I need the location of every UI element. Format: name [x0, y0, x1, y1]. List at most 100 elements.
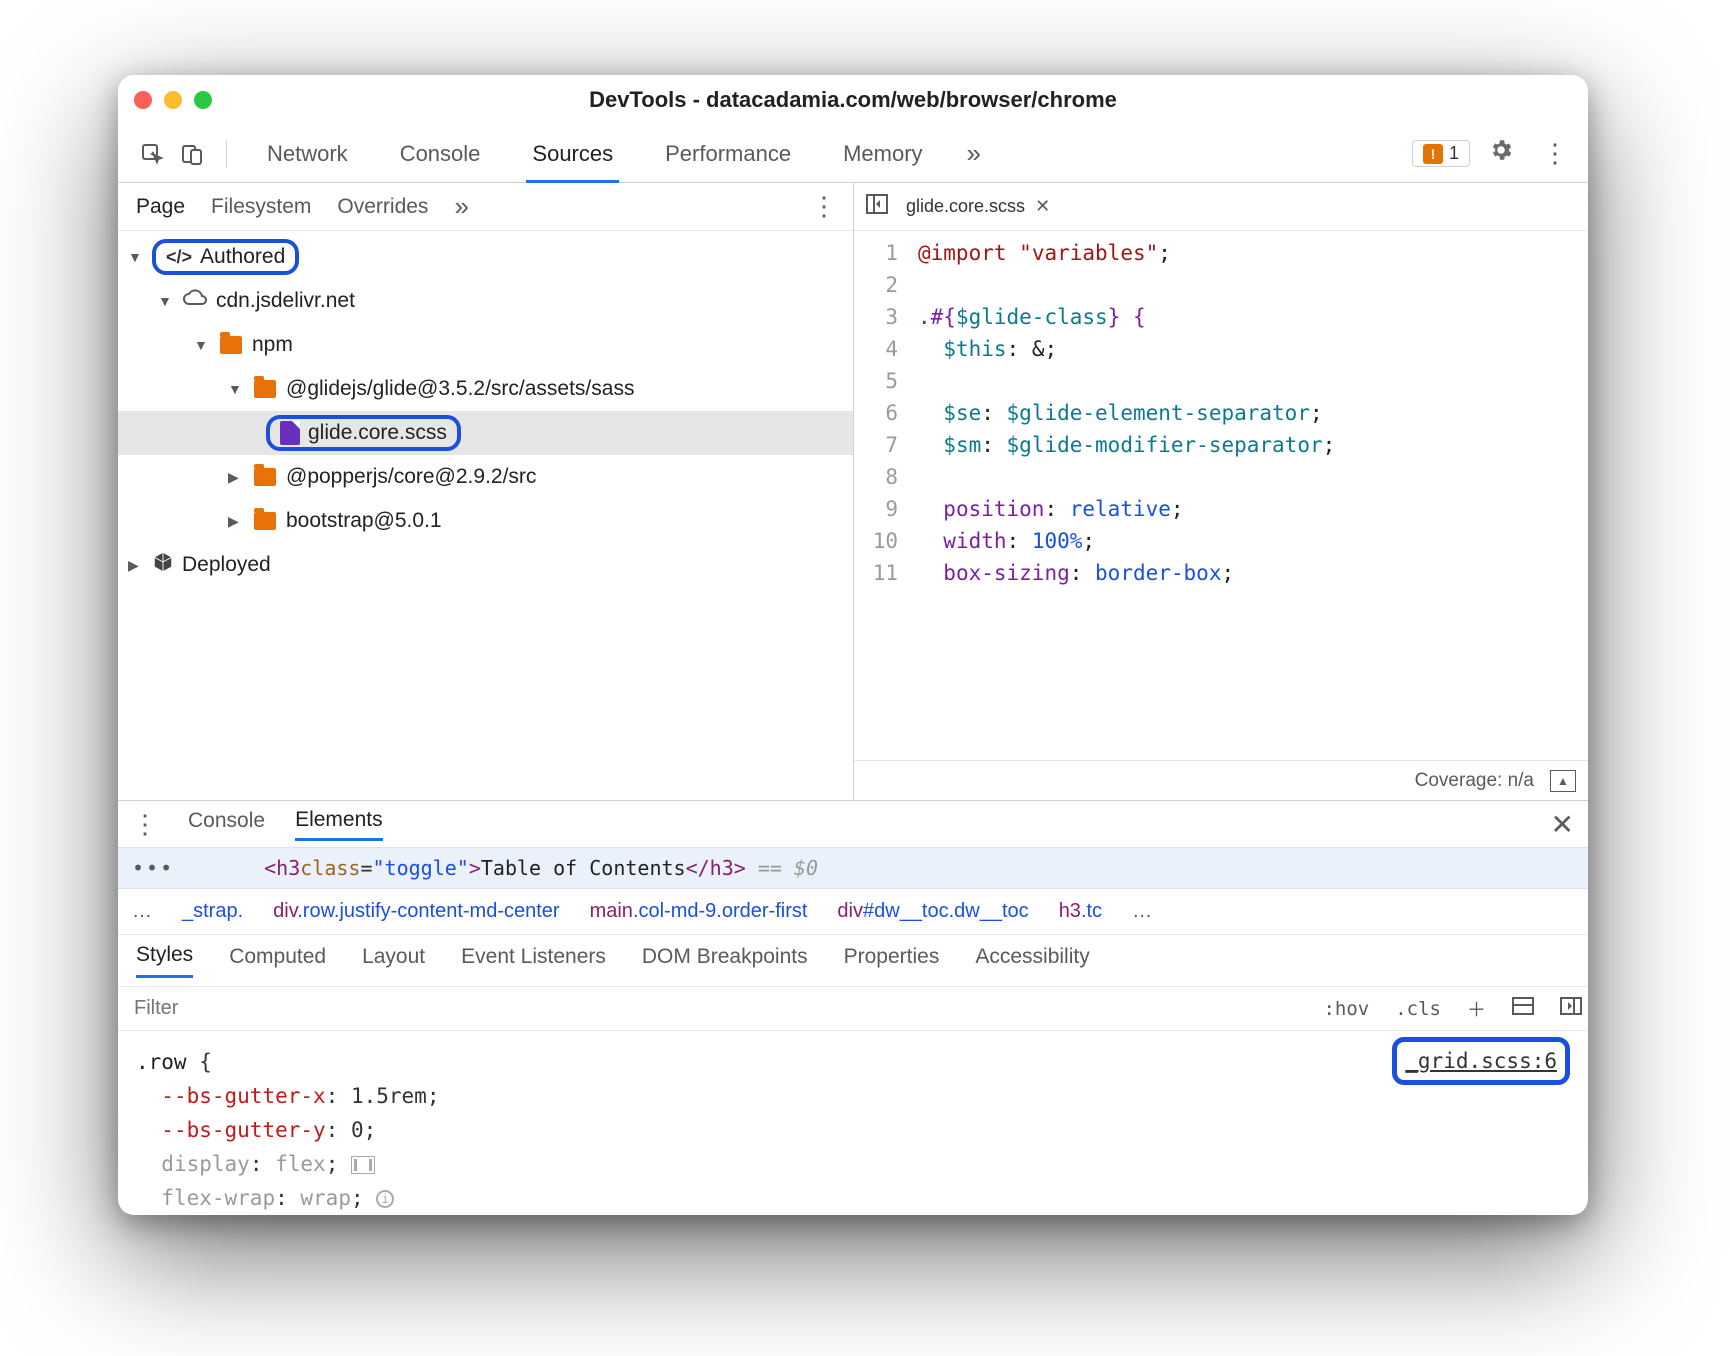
hov-button[interactable]: :hov [1317, 998, 1375, 1020]
cls-button[interactable]: .cls [1389, 998, 1447, 1020]
tree-label: Deployed [182, 553, 271, 577]
crumb-item[interactable]: h3.tc [1059, 900, 1102, 923]
device-toggle-icon[interactable] [176, 138, 208, 170]
stab-accessibility[interactable]: Accessibility [975, 945, 1089, 977]
tree-item-glidepath[interactable]: ▼ @glidejs/glide@3.5.2/src/assets/sass [118, 367, 853, 411]
navigator-pane: Page Filesystem Overrides » ⋮ ▼ </> Auth… [118, 183, 854, 800]
tree-item-glidefile[interactable]: glide.core.scss [118, 411, 853, 455]
computed-styles-icon[interactable] [1506, 997, 1540, 1020]
crumb-item[interactable]: _strap. [182, 900, 243, 923]
more-tabs-icon[interactable]: » [953, 138, 995, 169]
titlebar: DevTools - datacadamia.com/web/browser/c… [118, 75, 1588, 125]
drawer-tabs: ⋮ Console Elements ✕ [118, 801, 1588, 847]
editor-tab-label: glide.core.scss [906, 196, 1025, 217]
tab-console[interactable]: Console [378, 125, 503, 182]
crumb-ellipsis[interactable]: … [132, 900, 152, 923]
drawer-options-icon[interactable]: ⋮ [132, 809, 158, 840]
stab-layout[interactable]: Layout [362, 945, 425, 977]
tab-network[interactable]: Network [245, 125, 370, 182]
folder-icon [254, 512, 276, 530]
nav-tab-filesystem[interactable]: Filesystem [211, 195, 311, 219]
issues-count: 1 [1449, 143, 1459, 164]
dom-selected-row[interactable]: ••• <h3 class="toggle">Table of Contents… [118, 847, 1588, 889]
tree-label: Authored [200, 245, 285, 269]
navigator-tabs: Page Filesystem Overrides » ⋮ [118, 183, 853, 231]
tab-memory[interactable]: Memory [821, 125, 944, 182]
crumb-ellipsis[interactable]: … [1132, 900, 1152, 923]
tree-item-authored[interactable]: ▼ </> Authored [118, 235, 853, 279]
crumb-item[interactable]: div#dw__toc.dw__toc [837, 900, 1028, 923]
close-tab-icon[interactable]: ✕ [1035, 196, 1050, 217]
coverage-label: Coverage: n/a [1415, 770, 1534, 792]
tree-label: @glidejs/glide@3.5.2/src/assets/sass [286, 377, 634, 401]
tree-label: bootstrap@5.0.1 [286, 509, 442, 533]
drawer-tab-elements[interactable]: Elements [295, 808, 383, 841]
code-icon: </> [166, 247, 192, 268]
show-navigator-icon[interactable] [866, 194, 888, 220]
stab-properties[interactable]: Properties [844, 945, 940, 977]
tree-item-cdn[interactable]: ▼ cdn.jsdelivr.net [118, 279, 853, 323]
main-toolbar: Network Console Sources Performance Memo… [118, 125, 1588, 183]
stab-styles[interactable]: Styles [136, 943, 193, 978]
nav-tab-overrides[interactable]: Overrides [337, 195, 428, 219]
expand-icon[interactable]: ▲ [1550, 770, 1576, 792]
caret-down-icon: ▼ [128, 249, 144, 265]
drawer: ⋮ Console Elements ✕ ••• <h3 class="togg… [118, 801, 1588, 1215]
tree-item-popper[interactable]: ▶ @popperjs/core@2.9.2/src [118, 455, 853, 499]
inspect-icon[interactable] [136, 138, 168, 170]
tab-performance[interactable]: Performance [643, 125, 813, 182]
tree-label: @popperjs/core@2.9.2/src [286, 465, 536, 489]
caret-right-icon: ▶ [228, 469, 244, 486]
settings-icon[interactable] [1478, 137, 1524, 170]
crumb-item[interactable]: div.row.justify-content-md-center [273, 900, 559, 923]
caret-down-icon: ▼ [194, 337, 210, 353]
tree-item-npm[interactable]: ▼ npm [118, 323, 853, 367]
info-icon[interactable]: i [376, 1190, 394, 1208]
more-options-icon[interactable]: ⋮ [1532, 138, 1578, 169]
window-title: DevTools - datacadamia.com/web/browser/c… [118, 87, 1588, 113]
breadcrumb: … _strap. div.row.justify-content-md-cen… [118, 889, 1588, 935]
styles-tabs: Styles Computed Layout Event Listeners D… [118, 935, 1588, 987]
nav-options-icon[interactable]: ⋮ [803, 191, 845, 222]
caret-down-icon: ▼ [158, 293, 174, 309]
stab-event-listeners[interactable]: Event Listeners [461, 945, 606, 977]
tree-label: glide.core.scss [308, 421, 447, 445]
separator [226, 140, 227, 168]
line-gutter: 1234567891011 [854, 231, 908, 760]
styles-filter-bar: :hov .cls ＋ [118, 987, 1588, 1031]
code-editor[interactable]: 1234567891011 @import "variables"; .#{$g… [854, 231, 1588, 760]
folder-icon [254, 380, 276, 398]
editor-pane: glide.core.scss ✕ 1234567891011 @import … [854, 183, 1588, 800]
warning-icon: ! [1423, 144, 1443, 164]
issues-badge[interactable]: ! 1 [1412, 140, 1470, 167]
styles-rule: _grid.scss:6 .row { --bs-gutter-x: 1.5re… [118, 1031, 1588, 1215]
close-drawer-icon[interactable]: ✕ [1551, 808, 1574, 841]
stab-dom-breakpoints[interactable]: DOM Breakpoints [642, 945, 808, 977]
editor-tab[interactable]: glide.core.scss ✕ [900, 196, 1056, 217]
drawer-tab-console[interactable]: Console [188, 809, 265, 839]
nav-more-tabs-icon[interactable]: » [454, 191, 468, 222]
ellipsis-icon: ••• [132, 856, 174, 880]
stab-computed[interactable]: Computed [229, 945, 326, 977]
caret-down-icon: ▼ [228, 381, 244, 397]
source-link[interactable]: _grid.scss:6 [1392, 1037, 1570, 1085]
tree-label: cdn.jsdelivr.net [216, 289, 355, 313]
flex-badge-icon[interactable] [351, 1156, 375, 1174]
code-content: @import "variables"; .#{$glide-class} { … [908, 231, 1588, 760]
cloud-icon [182, 288, 208, 314]
tree-item-bootstrap[interactable]: ▶ bootstrap@5.0.1 [118, 499, 853, 543]
tree-label: npm [252, 333, 293, 357]
folder-icon [254, 468, 276, 486]
tree-item-deployed[interactable]: ▶ Deployed [118, 543, 853, 587]
toggle-sidebar-icon[interactable] [1554, 997, 1588, 1020]
new-rule-icon[interactable]: ＋ [1461, 995, 1492, 1022]
tab-sources[interactable]: Sources [510, 125, 635, 182]
folder-icon [220, 336, 242, 354]
nav-tab-page[interactable]: Page [136, 195, 185, 219]
styles-filter-input[interactable] [118, 987, 1303, 1030]
devtools-window: DevTools - datacadamia.com/web/browser/c… [118, 75, 1588, 1215]
editor-tabs: glide.core.scss ✕ [854, 183, 1588, 231]
cube-icon [152, 551, 174, 579]
caret-right-icon: ▶ [128, 557, 144, 574]
crumb-item[interactable]: main.col-md-9.order-first [590, 900, 808, 923]
